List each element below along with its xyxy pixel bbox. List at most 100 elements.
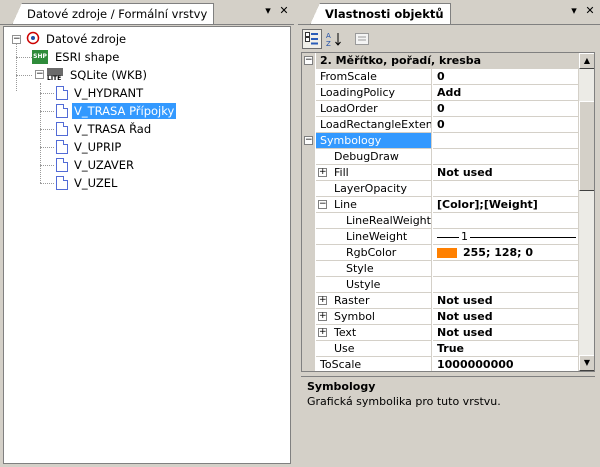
property-row[interactable]: Ustyle — [302, 277, 580, 293]
scroll-down-button[interactable]: ▼ — [579, 355, 594, 371]
alphabetical-button[interactable]: A Z — [324, 29, 344, 49]
color-swatch — [437, 248, 457, 258]
property-row[interactable]: FromScale 0 — [302, 69, 580, 85]
tree-line — [16, 41, 17, 91]
property-value[interactable] — [433, 133, 580, 149]
property-value[interactable] — [433, 213, 580, 229]
tree-item-layer[interactable]: V_TRASA Řad — [56, 120, 153, 138]
tree-line — [40, 93, 54, 94]
property-row[interactable]: Use True — [302, 341, 580, 357]
data-source-tree[interactable]: − Datové zdroje SHP ESRI shape − LITE SQ… — [3, 26, 291, 464]
scroll-thumb[interactable] — [579, 101, 594, 191]
description-text: Grafická symbolika pro tuto vrstvu. — [307, 395, 501, 408]
pin-menu-icon[interactable]: ▾ — [568, 4, 580, 18]
description-title: Symbology — [307, 380, 376, 393]
property-row[interactable]: LineRealWeight — [302, 213, 580, 229]
close-icon[interactable]: ✕ — [584, 4, 596, 18]
property-name: Use — [316, 341, 432, 357]
tab-data-sources[interactable]: Datové zdroje / Formální vrstvy — [12, 3, 215, 25]
tree-line — [40, 165, 54, 166]
property-row[interactable]: LoadOrder 0 — [302, 101, 580, 117]
tree-item-layer[interactable]: V_UPRIP — [56, 138, 123, 156]
property-pages-button[interactable] — [352, 29, 372, 49]
tree-item-layer[interactable]: V_UZEL — [56, 174, 119, 192]
property-value[interactable] — [433, 181, 580, 197]
property-value[interactable] — [433, 261, 580, 277]
rgb-color-text: 255; 128; 0 — [463, 246, 534, 259]
category-row[interactable]: − 2. Měřítko, pořadí, kresba — [302, 53, 580, 69]
sort-az-icon: A Z — [326, 32, 341, 47]
property-row[interactable]: LineWeight 1 — [302, 229, 580, 245]
scroll-up-button[interactable]: ▲ — [579, 53, 594, 69]
collapse-toggle-sqlite[interactable]: − — [35, 70, 44, 79]
property-name: LoadOrder — [316, 101, 432, 117]
tree-item-esri-shape[interactable]: SHP ESRI shape — [32, 48, 121, 66]
property-name: Line — [316, 197, 432, 213]
property-row[interactable]: ToScale 1000000000 — [302, 357, 580, 371]
collapse-toggle-root[interactable]: − — [12, 35, 21, 44]
close-icon[interactable]: ✕ — [278, 4, 290, 18]
tree-item-layer-selected[interactable]: V_TRASA Přípojky — [56, 102, 177, 120]
categorized-button[interactable] — [302, 29, 322, 49]
property-name: Fill — [316, 165, 432, 181]
property-value[interactable]: Add — [433, 85, 580, 101]
property-row[interactable]: LayerOpacity — [302, 181, 580, 197]
property-value[interactable] — [433, 149, 580, 165]
collapse-symbology-toggle[interactable]: − — [304, 136, 313, 145]
tab-object-properties-label: Vlastnosti objektů — [325, 7, 444, 21]
tree-line — [16, 57, 32, 58]
property-row[interactable]: + Fill Not used — [302, 165, 580, 181]
property-value[interactable]: 0 — [433, 101, 580, 117]
rgb-color-value[interactable]: 255; 128; 0 — [433, 245, 580, 261]
property-grid[interactable]: − 2. Měřítko, pořadí, kresba FromScale 0… — [301, 52, 595, 372]
sqlite-badge: LITE — [47, 75, 62, 82]
property-row[interactable]: − Line [Color];[Weight] — [302, 197, 580, 213]
property-value[interactable]: True — [433, 341, 580, 357]
property-value[interactable]: Not used — [433, 325, 580, 341]
layer-document-icon — [56, 176, 68, 190]
layer-document-icon — [56, 104, 68, 118]
tree-item-root[interactable]: Datové zdroje — [26, 30, 128, 48]
tree-item-sqlite[interactable]: LITE SQLite (WKB) — [47, 66, 149, 84]
property-row[interactable]: Style — [302, 261, 580, 277]
property-value[interactable]: 0 — [433, 69, 580, 85]
tree-item-label: V_HYDRANT — [74, 86, 144, 100]
pin-menu-icon[interactable]: ▾ — [262, 4, 274, 18]
property-row[interactable]: DebugDraw — [302, 149, 580, 165]
property-row-selected[interactable]: − Symbology — [302, 133, 580, 149]
shapefile-icon: SHP — [32, 50, 48, 64]
left-pane-controls: ▾ ✕ — [262, 4, 290, 18]
property-row[interactable]: + Raster Not used — [302, 293, 580, 309]
property-value[interactable]: Not used — [433, 165, 580, 181]
property-row[interactable]: + Text Not used — [302, 325, 580, 341]
vertical-scrollbar[interactable]: ▲ ▼ — [578, 53, 594, 371]
property-value[interactable]: 1000000000 — [433, 357, 580, 371]
tree-item-layer[interactable]: V_HYDRANT — [56, 84, 145, 102]
collapse-category-toggle[interactable]: − — [304, 56, 313, 65]
property-name: LineRealWeight — [316, 213, 432, 229]
property-name: Symbol — [316, 309, 432, 325]
tab-object-properties[interactable]: Vlastnosti objektů — [310, 3, 451, 25]
property-value[interactable] — [433, 277, 580, 293]
tree-item-label: V_TRASA Přípojky — [72, 103, 177, 119]
tree-item-label: V_UZAVER — [74, 158, 134, 172]
tree-item-label: V_UPRIP — [74, 140, 122, 154]
categorized-icon — [305, 32, 318, 45]
tree-item-layer[interactable]: V_UZAVER — [56, 156, 136, 174]
category-label: 2. Měřítko, pořadí, kresba — [316, 53, 580, 69]
property-value[interactable]: 0 — [433, 117, 580, 133]
property-name: Text — [316, 325, 432, 341]
property-row[interactable]: LoadRectangleExtent 0 — [302, 117, 580, 133]
property-row[interactable]: LoadingPolicy Add — [302, 85, 580, 101]
property-value[interactable]: Not used — [433, 309, 580, 325]
property-value[interactable]: [Color];[Weight] — [433, 197, 580, 213]
property-toolbar: A Z — [298, 26, 600, 52]
property-row[interactable]: + Symbol Not used — [302, 309, 580, 325]
property-row[interactable]: RgbColor 255; 128; 0 — [302, 245, 580, 261]
line-weight-value[interactable]: 1 — [433, 229, 580, 245]
svg-text:Z: Z — [326, 40, 331, 47]
svg-text:A: A — [326, 32, 331, 40]
property-value[interactable]: Not used — [433, 293, 580, 309]
sqlite-icon: LITE — [47, 68, 63, 82]
line-weight-number: 1 — [459, 229, 470, 244]
